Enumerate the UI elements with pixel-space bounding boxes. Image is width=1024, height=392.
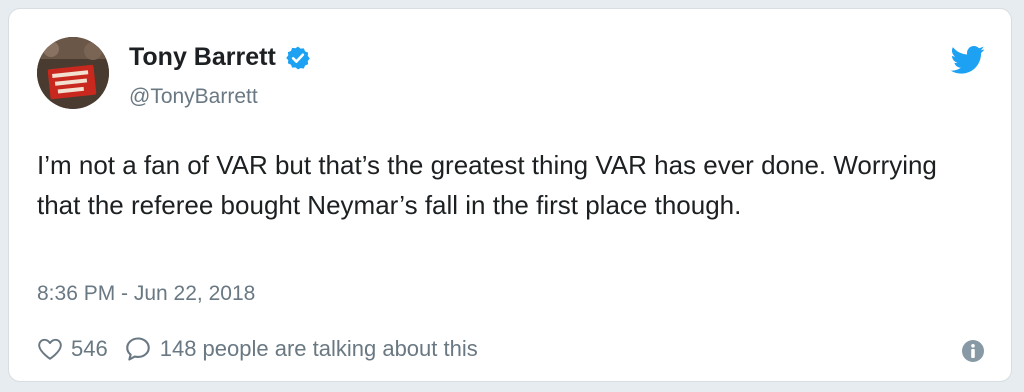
tweet-timestamp[interactable]: 8:36 PM - Jun 22, 2018 — [37, 282, 255, 306]
twitter-bird-icon[interactable] — [951, 45, 985, 75]
avatar-image — [37, 37, 109, 109]
verified-badge-icon — [285, 46, 310, 69]
author-handle[interactable]: @TonyBarrett — [129, 85, 258, 109]
author-name[interactable]: Tony Barrett — [129, 43, 311, 72]
info-icon[interactable] — [961, 339, 985, 363]
heart-icon — [38, 338, 62, 360]
comment-icon — [125, 337, 150, 361]
conversation-button[interactable]: 148 people are talking about this — [108, 335, 478, 363]
tweet-card: Tony Barrett @TonyBarrett I’m not a fan … — [8, 8, 1012, 382]
tweet-text: I’m not a fan of VAR but that’s the grea… — [37, 150, 937, 220]
conversation-text: 148 people are talking about this — [159, 336, 478, 361]
like-button[interactable]: 546 — [37, 336, 108, 362]
avatar[interactable] — [37, 37, 109, 109]
like-count: 546 — [71, 336, 108, 361]
author-name-text: Tony Barrett — [129, 43, 276, 71]
tweet-actions: 546 148 people are talking about this — [37, 335, 478, 363]
